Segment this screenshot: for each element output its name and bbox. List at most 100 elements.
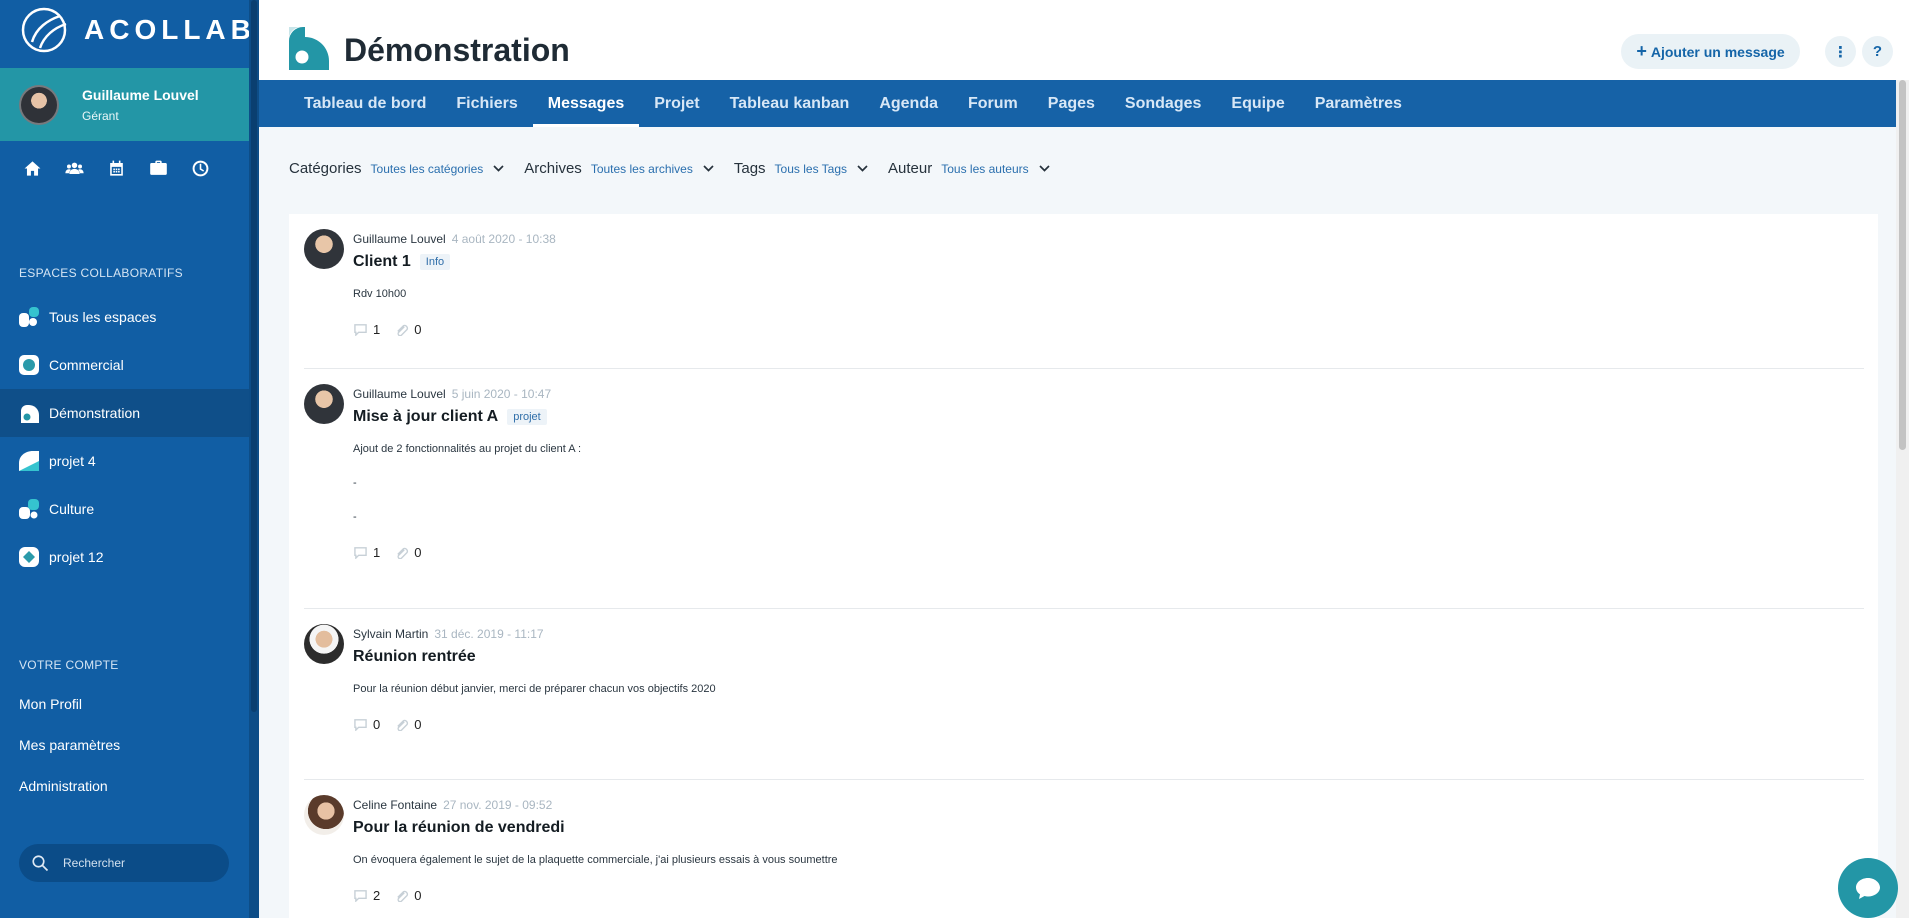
my-profile-link[interactable]: Mon Profil — [0, 684, 249, 725]
chat-button[interactable] — [1838, 858, 1898, 918]
comment-count[interactable]: 1 — [353, 322, 380, 337]
tab-tableau-kanban[interactable]: Tableau kanban — [715, 80, 865, 127]
account-section-title: VOTRE COMPTE — [19, 658, 119, 672]
filter-value: Tous les Tags — [774, 161, 848, 176]
message-title[interactable]: Mise à jour client A — [353, 408, 498, 426]
brand-name: ACOLLAB — [84, 14, 256, 45]
comment-icon — [354, 719, 367, 731]
message-item[interactable]: Guillaume Louvel 4 août 2020 - 10:38 Clie… — [304, 214, 1864, 369]
tab-projet[interactable]: Projet — [639, 80, 714, 127]
attachment-count[interactable]: 0 — [394, 322, 421, 337]
message-content: Pour la réunion début janvier, merci de … — [353, 683, 1864, 695]
add-message-label: Ajouter un message — [1650, 43, 1785, 60]
chat-bubble-icon — [1856, 878, 1880, 899]
message-counts: 2 0 — [353, 888, 1864, 903]
message-author: Sylvain Martin — [353, 627, 429, 641]
users-icon[interactable] — [64, 158, 85, 179]
message-content: Rdv 10h00 — [353, 288, 1864, 300]
calendar-icon[interactable] — [106, 158, 127, 179]
page-scrollbar[interactable] — [1896, 80, 1909, 918]
space-label: Commercial — [49, 357, 124, 373]
comment-count-value: 2 — [373, 888, 381, 903]
comment-count[interactable]: 0 — [353, 717, 380, 732]
archives-filter[interactable]: Archives Toutes les archives — [524, 160, 714, 177]
categories-filter[interactable]: Catégories Toutes les catégories — [289, 160, 504, 177]
briefcase-icon[interactable] — [148, 158, 169, 179]
page-title: Démonstration — [344, 32, 570, 68]
tab-equipe[interactable]: Equipe — [1216, 80, 1299, 127]
message-line: On évoquera également le sujet de la pla… — [353, 854, 838, 866]
paperclip-icon — [397, 547, 409, 559]
tab-fichiers[interactable]: Fichiers — [441, 80, 532, 127]
commercial-space-icon — [19, 355, 39, 375]
paperclip-icon — [397, 324, 409, 336]
message-title[interactable]: Pour la réunion de vendredi — [353, 819, 565, 837]
search-input[interactable] — [63, 856, 213, 870]
plus-icon: + — [1636, 41, 1647, 61]
filter-label: Auteur — [888, 160, 933, 177]
home-icon[interactable] — [22, 158, 43, 179]
space-item-projet-4[interactable]: projet 4 — [0, 437, 249, 485]
clock-icon[interactable] — [190, 158, 211, 179]
space-item-tous-les-espaces[interactable]: Tous les espaces — [0, 293, 249, 341]
comment-count[interactable]: 1 — [353, 545, 380, 560]
attachment-count[interactable]: 0 — [394, 717, 421, 732]
message-item[interactable]: Guillaume Louvel 5 juin 2020 - 10:47 Mise… — [304, 369, 1864, 609]
sidebar-scrollbar-thumb[interactable] — [251, 0, 257, 712]
message-line: Ajout de 2 fonctionnalités au projet du … — [353, 443, 582, 455]
demonstration-space-icon — [289, 27, 329, 70]
chevron-down-icon — [1039, 165, 1050, 172]
attachment-count-value: 0 — [414, 888, 422, 903]
tab-pages[interactable]: Pages — [1033, 80, 1110, 127]
message-title[interactable]: Réunion rentrée — [353, 648, 476, 666]
space-item-demonstration[interactable]: Démonstration — [0, 389, 249, 437]
tab-forum[interactable]: Forum — [953, 80, 1033, 127]
tags-filter[interactable]: Tags Tous les Tags — [734, 160, 868, 177]
comment-icon — [354, 547, 367, 559]
message-line: - — [353, 477, 357, 489]
comment-count-value: 0 — [373, 717, 381, 732]
tab-sondages[interactable]: Sondages — [1110, 80, 1216, 127]
help-button[interactable]: ? — [1862, 36, 1893, 67]
spaces-section-title: ESPACES COLLABORATIFS — [19, 266, 183, 280]
author-filter[interactable]: Auteur Tous les auteurs — [888, 160, 1050, 177]
filter-label: Archives — [524, 160, 582, 177]
chevron-down-icon — [703, 165, 714, 172]
message-content: Ajout de 2 fonctionnalités au projet du … — [353, 443, 1864, 523]
message-counts: 1 0 — [353, 322, 1864, 337]
administration-link[interactable]: Administration — [0, 766, 249, 807]
page-scrollbar-thumb[interactable] — [1899, 80, 1906, 450]
tab-tableau-de-bord[interactable]: Tableau de bord — [289, 80, 441, 127]
add-message-button[interactable]: + Ajouter un message — [1621, 34, 1800, 69]
message-line: Rdv 10h00 — [353, 288, 407, 300]
message-title[interactable]: Client 1 — [353, 253, 411, 271]
all-spaces-icon — [19, 307, 39, 327]
space-item-culture[interactable]: Culture — [0, 485, 249, 533]
comment-icon — [354, 324, 367, 336]
culture-space-icon — [19, 499, 39, 519]
message-tag[interactable]: projet — [507, 409, 547, 425]
more-options-button[interactable]: ⋮ — [1825, 36, 1856, 67]
tab-messages[interactable]: Messages — [532, 80, 640, 127]
message-item[interactable]: Sylvain Martin 31 déc. 2019 - 11:17 Réuni… — [304, 609, 1864, 780]
user-avatar — [19, 84, 59, 125]
message-tag[interactable]: Info — [419, 254, 451, 270]
page-header: Démonstration + Ajouter un message ⋮ ? — [259, 0, 1909, 80]
attachment-count[interactable]: 0 — [394, 888, 421, 903]
message-content: On évoquera également le sujet de la pla… — [353, 854, 1864, 866]
comment-count[interactable]: 2 — [353, 888, 380, 903]
space-item-commercial[interactable]: Commercial — [0, 341, 249, 389]
author-avatar — [304, 795, 344, 835]
comment-count-value: 1 — [373, 545, 381, 560]
user-profile[interactable]: Guillaume Louvel Gérant — [0, 68, 249, 141]
tab-agenda[interactable]: Agenda — [864, 80, 953, 127]
tab-parametres[interactable]: Paramètres — [1300, 80, 1417, 127]
sidebar-scrollbar[interactable] — [249, 0, 259, 918]
my-settings-link[interactable]: Mes paramètres — [0, 725, 249, 766]
brand-logo[interactable]: ACOLLAB — [14, 6, 256, 54]
message-item[interactable]: Celine Fontaine 27 nov. 2019 - 09:52 Pour… — [304, 780, 1864, 918]
space-item-projet-12[interactable]: projet 12 — [0, 533, 249, 581]
projet-12-space-icon — [19, 547, 39, 567]
demonstration-space-icon — [21, 405, 39, 423]
attachment-count[interactable]: 0 — [394, 545, 421, 560]
